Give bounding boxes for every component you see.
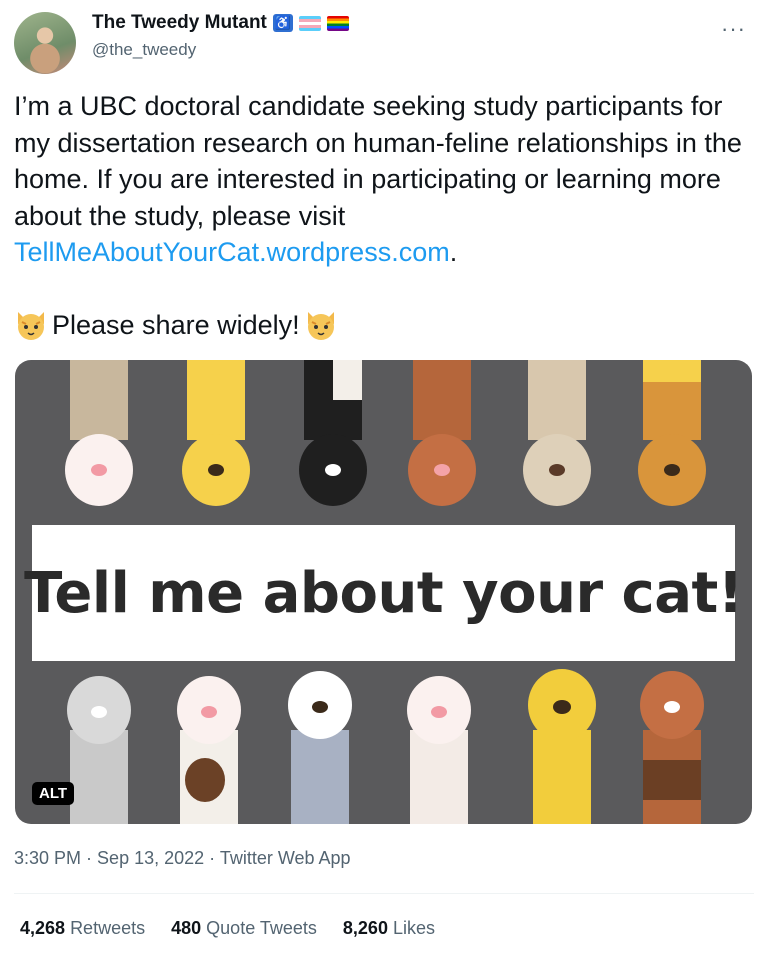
tweet-text-body: I’m a UBC doctoral candidate seeking stu… — [14, 91, 742, 231]
paw-bottom-2 — [177, 676, 241, 824]
tweet-link[interactable]: TellMeAboutYourCat.wordpress.com — [14, 237, 450, 267]
quote-tweets-stat[interactable]: 480 Quote Tweets — [171, 918, 317, 939]
paw-top-1 — [65, 360, 133, 506]
paw-bottom-5 — [528, 669, 596, 824]
author-display-name[interactable]: The Tweedy Mutant ♿ — [92, 12, 349, 34]
tweet-text: I’m a UBC doctoral candidate seeking stu… — [14, 88, 754, 271]
cat-face-icon — [18, 312, 44, 340]
alt-text-button[interactable]: ALT — [32, 782, 75, 805]
retweets-stat[interactable]: 4,268 Retweets — [20, 918, 145, 939]
meta-separator: · — [204, 848, 220, 868]
paw-top-3 — [299, 360, 367, 506]
author-names: The Tweedy Mutant ♿ @the_tweedy — [92, 12, 349, 60]
tweet-header: The Tweedy Mutant ♿ @the_tweedy ··· — [14, 10, 754, 74]
trans-flag-icon — [298, 15, 321, 31]
tweet-time[interactable]: 3:30 PM — [14, 848, 81, 868]
paw-top-2 — [182, 360, 250, 506]
retweets-count: 4,268 — [20, 918, 66, 938]
paw-top-4 — [408, 360, 476, 506]
tweet-meta: 3:30 PM · Sep 13, 2022 · Twitter Web App — [14, 848, 351, 869]
paw-bottom-4 — [407, 676, 471, 824]
more-options-icon[interactable]: ··· — [721, 16, 746, 42]
tweet-text-end: . — [449, 237, 458, 267]
paw-bottom-6 — [640, 671, 704, 824]
image-banner: Tell me about your cat! — [24, 525, 743, 661]
likes-label: Likes — [392, 918, 435, 938]
display-name-text[interactable]: The Tweedy Mutant — [92, 12, 267, 34]
avatar[interactable] — [14, 12, 76, 74]
tweet-stats: 4,268 Retweets 480 Quote Tweets 8,260 Li… — [20, 918, 435, 939]
likes-stat[interactable]: 8,260 Likes — [343, 918, 435, 939]
tweet-image[interactable]: Tell me about your cat! ALT — [15, 360, 752, 824]
quotes-label: Quote Tweets — [206, 918, 317, 938]
share-line: Please share widely! — [14, 308, 338, 342]
pride-flag-icon — [326, 15, 349, 31]
tweet-date[interactable]: Sep 13, 2022 — [97, 848, 204, 868]
tweet-source[interactable]: Twitter Web App — [220, 848, 351, 868]
retweets-label: Retweets — [70, 918, 146, 938]
banner-text: Tell me about your cat! — [24, 560, 743, 626]
divider — [14, 893, 754, 894]
paw-bottom-3 — [288, 671, 352, 824]
likes-count: 8,260 — [342, 918, 388, 938]
author-handle[interactable]: @the_tweedy — [92, 40, 349, 60]
paw-top-6 — [638, 360, 706, 506]
paw-top-5 — [523, 360, 591, 506]
quotes-count: 480 — [171, 918, 202, 938]
share-text: Please share widely! — [52, 309, 300, 340]
paw-bottom-1 — [67, 676, 131, 824]
meta-separator: · — [81, 848, 98, 868]
wheelchair-icon: ♿ — [272, 14, 293, 32]
cat-face-icon — [307, 312, 334, 340]
